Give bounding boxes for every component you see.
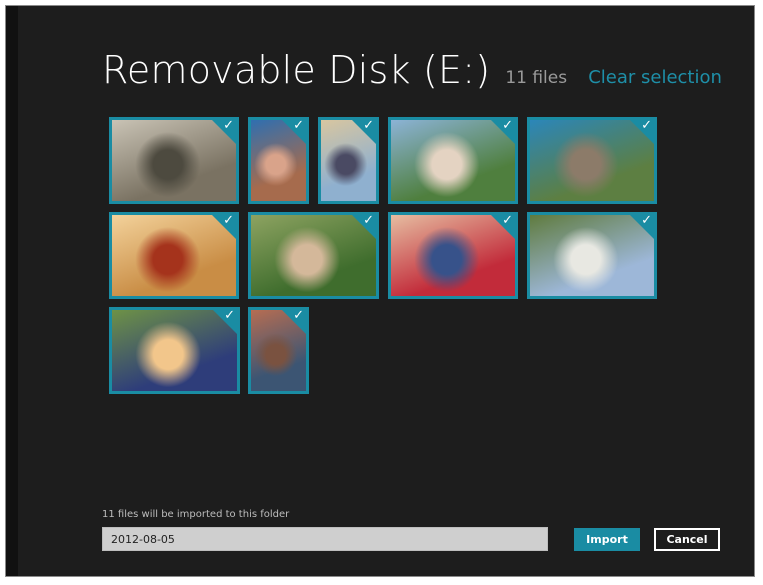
check-icon: ✓: [363, 118, 374, 133]
cancel-button[interactable]: Cancel: [654, 528, 720, 551]
check-icon: ✓: [293, 118, 304, 133]
check-icon: ✓: [293, 308, 304, 323]
check-icon: ✓: [223, 213, 234, 228]
photo-tile[interactable]: ✓: [527, 117, 657, 204]
check-icon: ✓: [363, 213, 374, 228]
check-icon: ✓: [223, 118, 234, 133]
photo-tile[interactable]: ✓: [109, 212, 239, 299]
photo-tile[interactable]: ✓: [388, 117, 518, 204]
page-title: Removable Disk (E:): [102, 48, 491, 92]
clear-selection-link[interactable]: Clear selection: [588, 67, 722, 88]
photo-tile[interactable]: ✓: [248, 307, 309, 394]
check-icon: ✓: [224, 308, 235, 323]
photo-tile[interactable]: ✓: [318, 117, 379, 204]
check-icon: ✓: [502, 213, 513, 228]
check-icon: ✓: [641, 213, 652, 228]
photo-tile[interactable]: ✓: [248, 212, 379, 299]
window-edge: [6, 6, 18, 576]
import-status-text: 11 files will be imported to this folder: [102, 509, 290, 520]
check-icon: ✓: [641, 118, 652, 133]
photo-tile[interactable]: ✓: [527, 212, 657, 299]
photo-tile[interactable]: ✓: [248, 117, 309, 204]
photo-tile[interactable]: ✓: [109, 117, 239, 204]
import-window: Removable Disk (E:) 11 files Clear selec…: [5, 5, 755, 577]
photo-tile[interactable]: ✓: [388, 212, 518, 299]
file-count: 11 files: [505, 68, 568, 88]
header: Removable Disk (E:) 11 files Clear selec…: [102, 48, 722, 108]
photo-tile[interactable]: ✓: [109, 307, 240, 394]
import-button[interactable]: Import: [574, 528, 640, 551]
check-icon: ✓: [502, 118, 513, 133]
folder-name-input[interactable]: 2012-08-05: [102, 527, 548, 551]
